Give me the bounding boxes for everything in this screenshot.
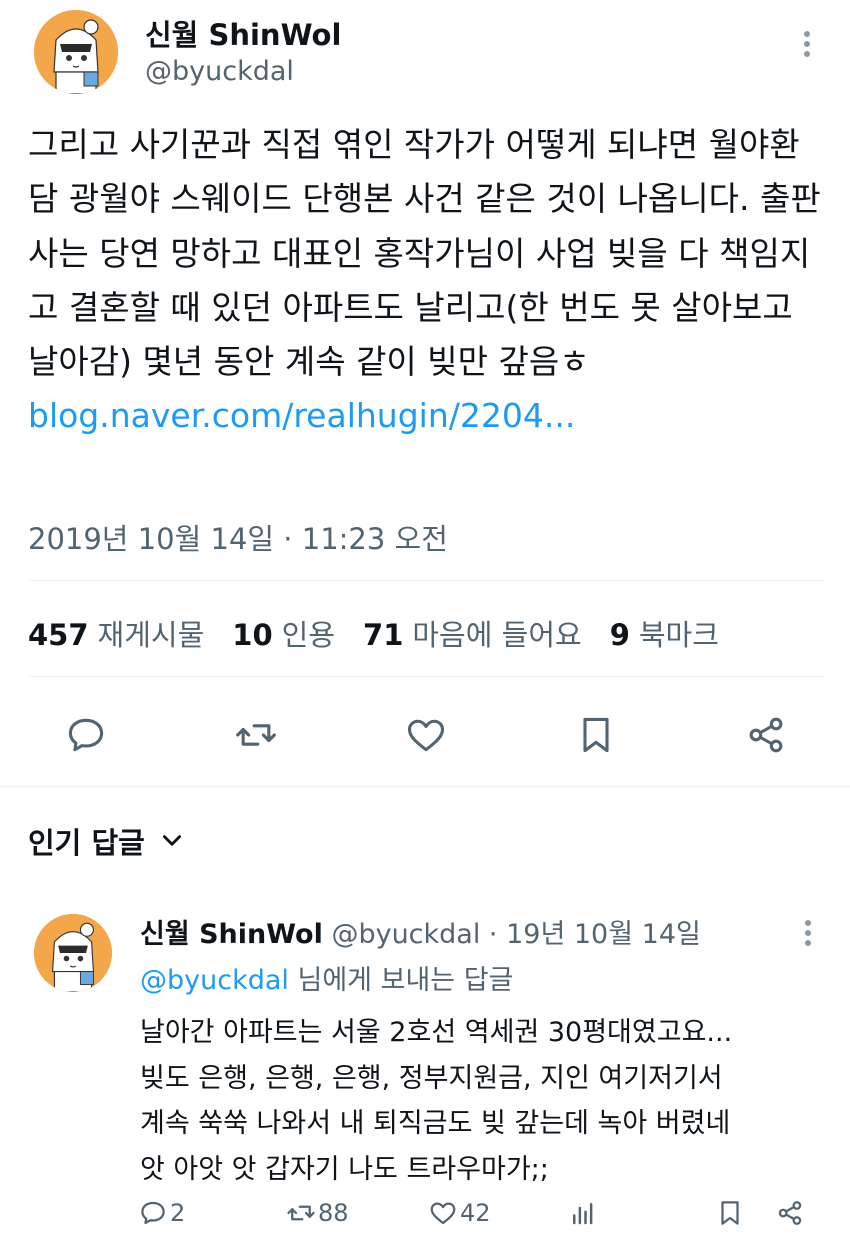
reply-reply-count: 2	[170, 1199, 186, 1227]
divider	[28, 676, 824, 677]
chevron-down-icon	[162, 835, 181, 846]
retweet-icon	[287, 1205, 315, 1221]
engagement-stats: 457 재게시물 10 인용 71 마음에 들어요 9 북마크	[28, 612, 747, 654]
reply-author-name[interactable]: 신월 ShinWol	[140, 919, 323, 950]
divider	[28, 580, 824, 581]
share-icon[interactable]	[741, 710, 791, 760]
reply-retweet-count: 88	[318, 1199, 349, 1227]
tweet-link[interactable]: blog.naver.com/realhugin/2204...	[28, 396, 575, 435]
stat-reposts-count: 457	[28, 618, 89, 652]
author-avatar[interactable]	[34, 10, 118, 94]
reply-retweet-button[interactable]: 88	[286, 1196, 349, 1230]
stat-quotes[interactable]: 10 인용	[232, 612, 335, 654]
tweet-timestamp[interactable]: 2019년 10월 14일 · 11:23 오전	[28, 516, 448, 558]
bookmark-icon	[721, 1201, 739, 1225]
reply-like-count: 42	[460, 1199, 491, 1227]
tweet-text: 그리고 사기꾼과 직접 엮인 작가가 어떻게 되냐면 월야환담 광월야 스웨이드…	[28, 125, 821, 382]
heart-icon[interactable]	[401, 710, 451, 760]
reply-line: 계속 쑥쑥 나와서 내 퇴직금도 빚 갚는데 녹아 버렸네	[140, 1108, 731, 1139]
reply-icon	[141, 1201, 165, 1225]
reply-body: 날아간 아파트는 서울 2호선 역세권 30평대였고요... 빚도 은행, 은행…	[140, 1010, 840, 1192]
reply-icon[interactable]	[61, 710, 111, 760]
stat-bookmarks-label: 북마크	[638, 618, 719, 652]
stat-bookmarks[interactable]: 9 북마크	[610, 612, 719, 654]
reply-header: 신월 ShinWol @byuckdal · 19년 10월 14일	[140, 912, 701, 951]
stat-quotes-count: 10	[232, 618, 273, 652]
reply-line: 앗 아앗 앗 갑자기 나도 트라우마가;;	[140, 1153, 549, 1185]
reply-mention-link[interactable]: @byuckdal	[140, 965, 289, 996]
reply-more-options-icon[interactable]	[793, 914, 823, 952]
author-name[interactable]: 신월 ShinWol	[145, 12, 341, 54]
stat-likes-count: 71	[363, 618, 404, 652]
popular-replies-label: 인기 답글	[28, 826, 145, 860]
bookmark-icon[interactable]	[571, 710, 621, 760]
stat-reposts[interactable]: 457 재게시물	[28, 612, 204, 654]
stat-quotes-label: 인용	[281, 618, 336, 652]
reply-to-suffix: 님에게 보내는 답글	[297, 965, 514, 996]
reply-views-button[interactable]	[568, 1196, 600, 1230]
heart-icon	[430, 1202, 456, 1225]
divider	[0, 786, 850, 787]
reply-bookmark-button[interactable]	[715, 1196, 747, 1230]
avatar-image	[34, 914, 112, 992]
reply-action-bar: 2 88 42	[0, 1196, 850, 1230]
tweet-action-bar	[0, 710, 850, 760]
stat-likes[interactable]: 71 마음에 들어요	[363, 612, 582, 654]
tweet-body: 그리고 사기꾼과 직접 엮인 작가가 어떻게 되냐면 월야환담 광월야 스웨이드…	[28, 118, 828, 444]
stat-reposts-label: 재게시물	[97, 618, 205, 652]
avatar-image	[34, 10, 118, 94]
reply-line: 날아간 아파트는 서울 2호선 역세권 30평대였고요...	[140, 1017, 733, 1048]
stat-likes-label: 마음에 들어요	[412, 618, 582, 652]
popular-replies-sort[interactable]: 인기 답글	[28, 820, 185, 862]
author-handle[interactable]: @byuckdal	[145, 56, 294, 87]
replying-to: @byuckdal 님에게 보내는 답글	[140, 958, 513, 997]
share-icon	[778, 1201, 802, 1225]
reply-like-button[interactable]: 42	[428, 1196, 491, 1230]
reply-author-avatar[interactable]	[34, 914, 112, 992]
analytics-icon	[573, 1203, 593, 1225]
reply-share-button[interactable]	[775, 1196, 807, 1230]
stat-bookmarks-count: 9	[609, 618, 630, 652]
reply-reply-button[interactable]: 2	[138, 1196, 185, 1230]
reply-line: 빚도 은행, 은행, 은행, 정부지원금, 지인 여기저기서	[140, 1062, 723, 1094]
reply-meta[interactable]: @byuckdal · 19년 10월 14일	[331, 919, 700, 950]
retweet-icon[interactable]	[231, 710, 281, 760]
more-options-icon[interactable]	[790, 24, 824, 64]
